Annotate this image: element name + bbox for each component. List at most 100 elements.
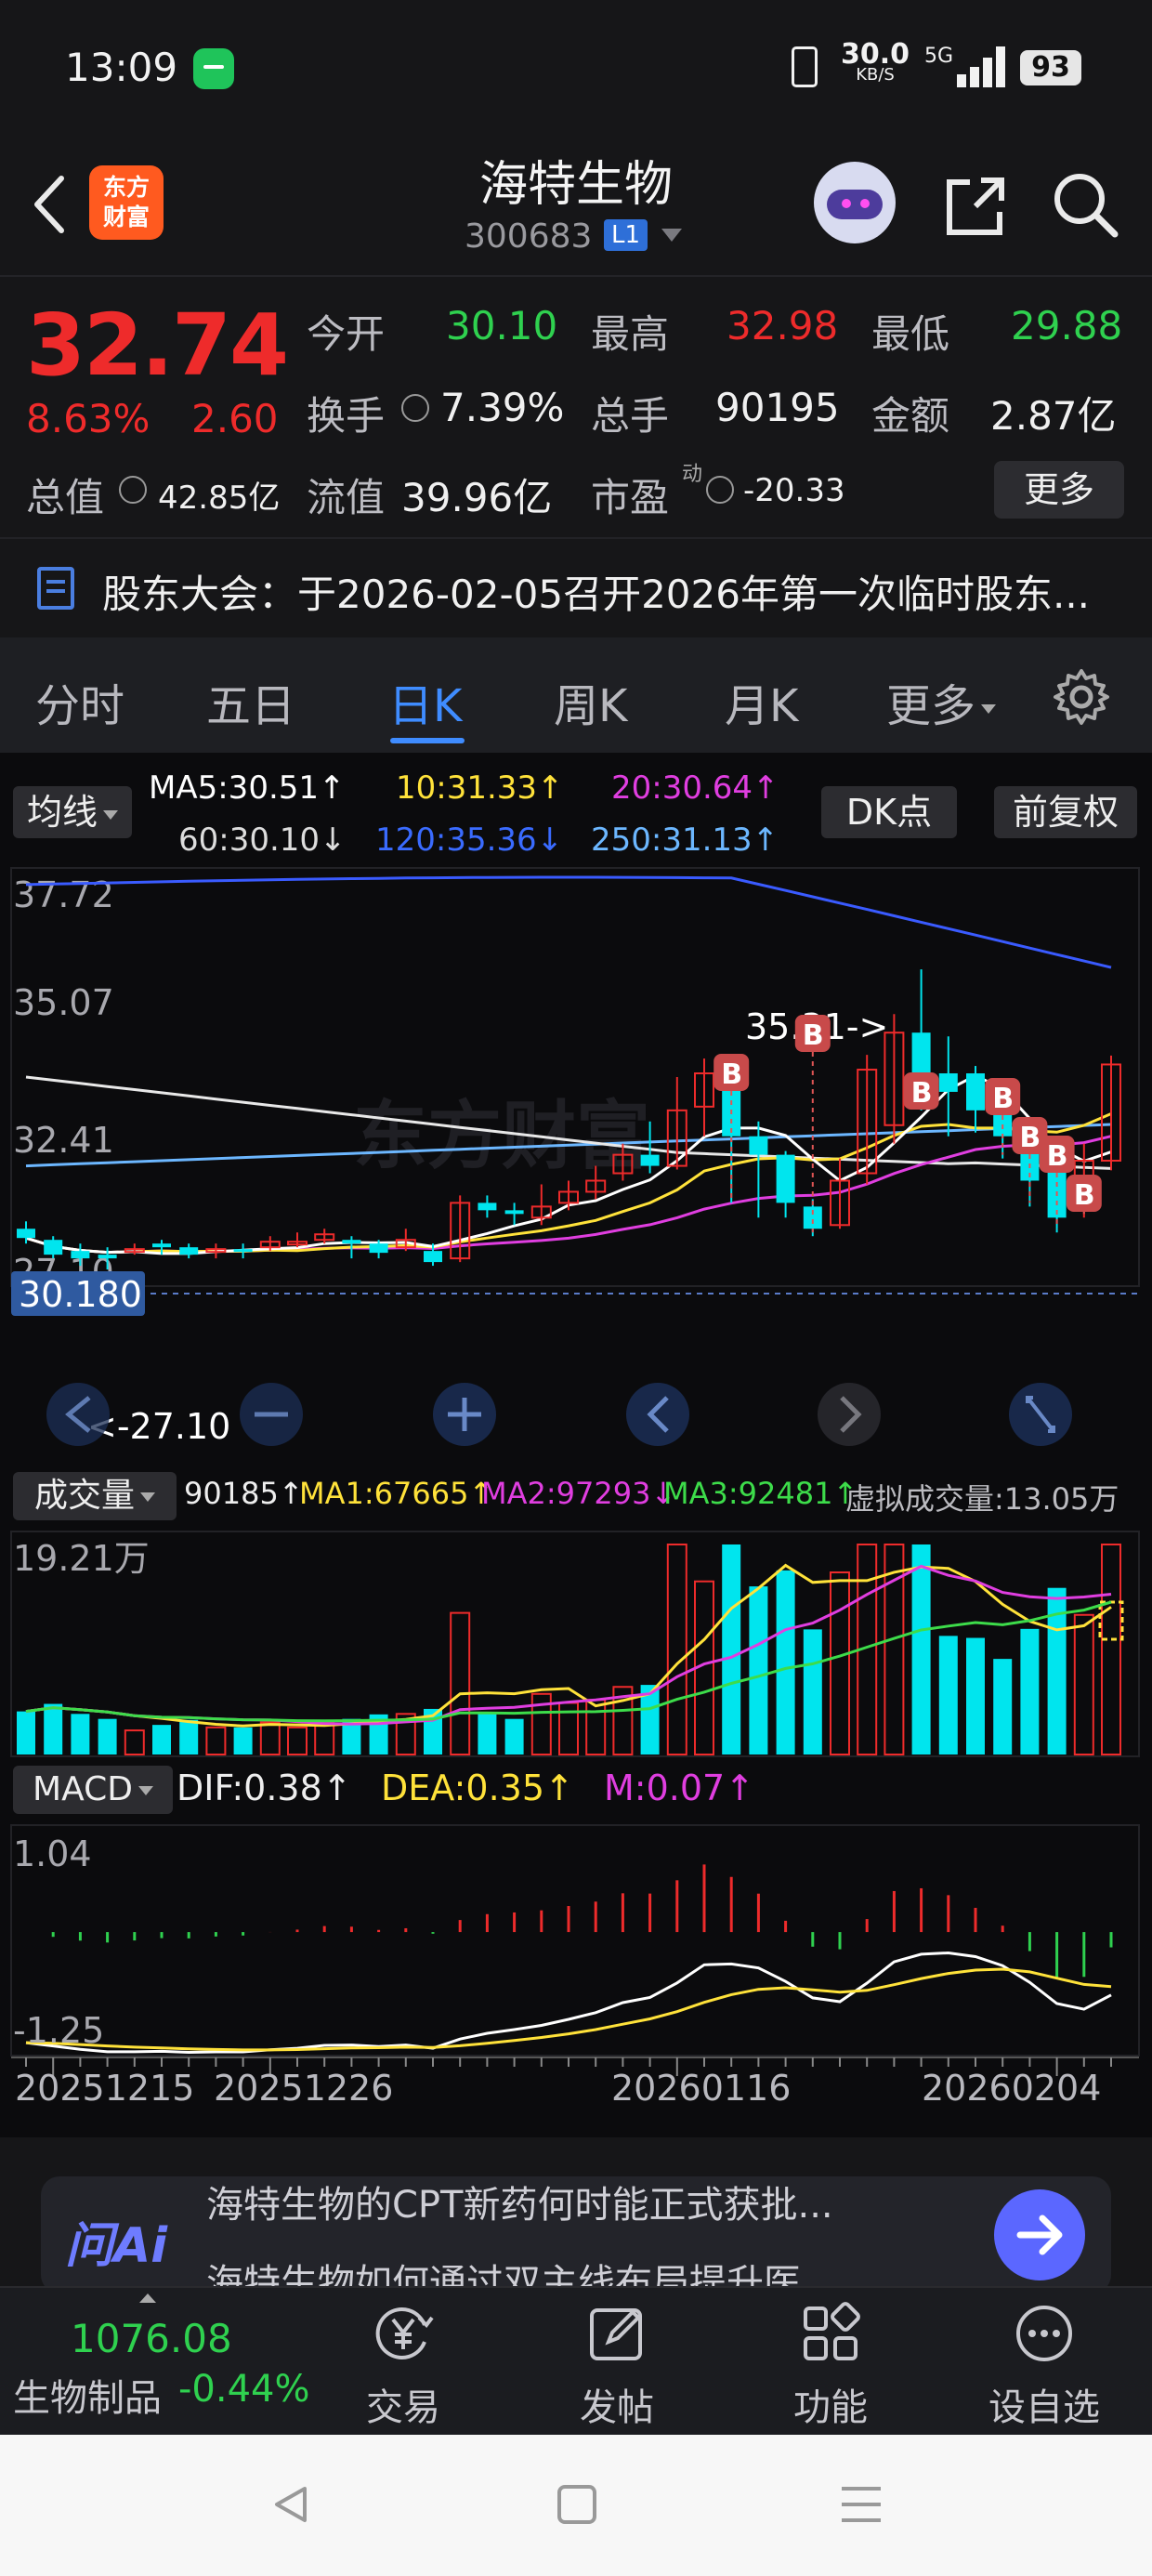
open-value: 30.10 (446, 303, 558, 348)
low-value: 29.88 (1011, 303, 1123, 348)
volume-bar (233, 1727, 253, 1755)
candle-body (152, 1243, 171, 1248)
buy-marker-label: B (1019, 1122, 1041, 1154)
stock-header: 东方 财富 海特生物 300683 L1 (0, 139, 1152, 277)
volume-value: 90185↑ (184, 1476, 304, 1511)
settings-gear-icon[interactable] (1052, 667, 1111, 727)
pe-label: 市盈 (591, 475, 670, 520)
ai-go-button[interactable] (994, 2189, 1085, 2280)
kline-chart-area[interactable]: 均线 MA5:30.51↑ 10:31.33↑ 20:30.64↑ 60:30.… (0, 753, 1152, 2137)
volume-selector[interactable]: 成交量 (13, 1472, 177, 1520)
level-badge[interactable]: L1 (604, 219, 648, 251)
macd-m: M:0.07↑ (604, 1768, 755, 1808)
arrow-right-icon (1016, 2215, 1063, 2255)
bottom-navigation: 1076.08 生物制品 -0.44% 交易 发帖 功能 设自选 (0, 2286, 1152, 2435)
nav-watchlist-label: 设自选 (988, 2386, 1100, 2429)
total-cap-value: 42.85亿 (158, 480, 281, 517)
volume-bar (993, 1659, 1013, 1755)
candle-body (640, 1154, 660, 1166)
candle-body (44, 1240, 63, 1255)
ai-question-1[interactable]: 海特生物的CPT新药何时能正式获批... (206, 2175, 833, 2228)
tab-daily-k[interactable]: 日K (388, 669, 462, 734)
kline-svg[interactable]: 东方财富 37.72 35.07 32.41 27.10 30.180 35.3… (0, 753, 1152, 2137)
volume-bar (966, 1637, 985, 1755)
nav-trade[interactable]: 交易 (329, 2301, 478, 2431)
candle-body (424, 1251, 442, 1263)
macd-selector[interactable]: MACD (13, 1766, 173, 1814)
info-icon[interactable] (706, 476, 734, 504)
pe-dynamic-mark: 动 (682, 463, 703, 486)
volume-bar (1020, 1628, 1040, 1755)
y-axis-label-3: 32.41 (13, 1120, 114, 1161)
signal-type: 5G (924, 45, 954, 68)
candle-body (938, 1073, 958, 1092)
scroll-right-button (818, 1383, 881, 1446)
candle-body (369, 1243, 388, 1254)
system-home-icon[interactable] (556, 2483, 598, 2526)
volume-bar (830, 1571, 850, 1755)
system-back-icon[interactable] (268, 2481, 314, 2528)
more-quote-button[interactable]: 更多 (994, 461, 1124, 519)
buy-marker-label: B (992, 1083, 1014, 1115)
announcement-bar[interactable]: 股东大会：于2026-02-05召开2026年第一次临时股东... (0, 537, 1152, 637)
tab-monthly-k[interactable]: 月K (725, 669, 798, 734)
sector-name[interactable]: 生物制品 (13, 2368, 162, 2422)
tab-weekly-k[interactable]: 周K (554, 669, 627, 734)
volume-y-top: 19.21万 (13, 1538, 150, 1579)
volume-ma3: MA3:92481↑ (663, 1476, 858, 1511)
x-date-1: 20251215 (15, 2068, 194, 2109)
zoom-in-button (433, 1383, 496, 1446)
volume-bar (749, 1586, 768, 1755)
fullscreen-button (1009, 1383, 1072, 1446)
high-label: 最高 (591, 311, 670, 357)
search-icon[interactable] (1048, 167, 1122, 242)
amount-value: 2.87亿 (990, 393, 1117, 439)
volume-bar (44, 1703, 63, 1755)
nav-post-label: 发帖 (580, 2386, 654, 2429)
nav-post[interactable]: 发帖 (543, 2301, 691, 2431)
nav-watchlist[interactable]: 设自选 (970, 2301, 1119, 2431)
buy-marker-label: B (1047, 1140, 1068, 1173)
low-label: 最低 (871, 311, 950, 357)
macd-dea: DEA:0.35↑ (381, 1768, 574, 1808)
candle-body (803, 1206, 822, 1229)
ai-robot-icon[interactable] (814, 162, 896, 243)
volume-bar (722, 1544, 741, 1755)
candle-body (966, 1073, 985, 1111)
macd-dea-line (25, 1967, 1112, 2052)
macd-bars (51, 1864, 1113, 1978)
level-dropdown-icon[interactable] (661, 229, 682, 242)
scroll-left-far-button (46, 1383, 110, 1446)
expand-up-icon[interactable] (139, 2293, 156, 2303)
ai-logo: 问Ai (65, 2218, 168, 2274)
volume-label: 总手 (591, 393, 670, 439)
volume-ma2: MA2:97293↓ (481, 1476, 676, 1511)
change-percent: 8.63% (26, 396, 151, 441)
quote-panel: 32.74 8.63% 2.60 今开 30.10 最高 32.98 最低 29… (0, 277, 1152, 537)
macd-dif-line (25, 1951, 1112, 2055)
notification-icon (193, 48, 234, 89)
volume-bar (205, 1726, 227, 1755)
grid-icon (804, 2302, 860, 2360)
macd-y-bottom: -1.25 (13, 2010, 104, 2051)
candle-body (776, 1154, 795, 1203)
info-icon[interactable] (119, 476, 147, 504)
nav-function[interactable]: 功能 (756, 2301, 905, 2431)
system-menu-icon[interactable] (838, 2483, 884, 2526)
tab-more[interactable]: 更多 (886, 669, 997, 734)
buy-markers: BBB BBBB (713, 1015, 1102, 1233)
tab-five-day[interactable]: 五日 (206, 669, 295, 734)
system-navigation-bar (0, 2435, 1152, 2576)
tab-intraday[interactable]: 分时 (35, 669, 124, 734)
candle-body (98, 1255, 117, 1259)
x-date-3: 20260116 (611, 2068, 791, 2109)
status-time: 13:09 (65, 45, 178, 90)
buy-marker-label: B (803, 1019, 824, 1052)
share-icon[interactable] (938, 169, 1013, 243)
info-icon[interactable] (401, 394, 429, 422)
candle-body (749, 1136, 768, 1155)
turnover-label: 换手 (307, 393, 386, 439)
volume-bar (259, 1721, 281, 1756)
volume-bar (450, 1611, 471, 1756)
sector-index-value[interactable]: 1076.08 (71, 2316, 232, 2361)
